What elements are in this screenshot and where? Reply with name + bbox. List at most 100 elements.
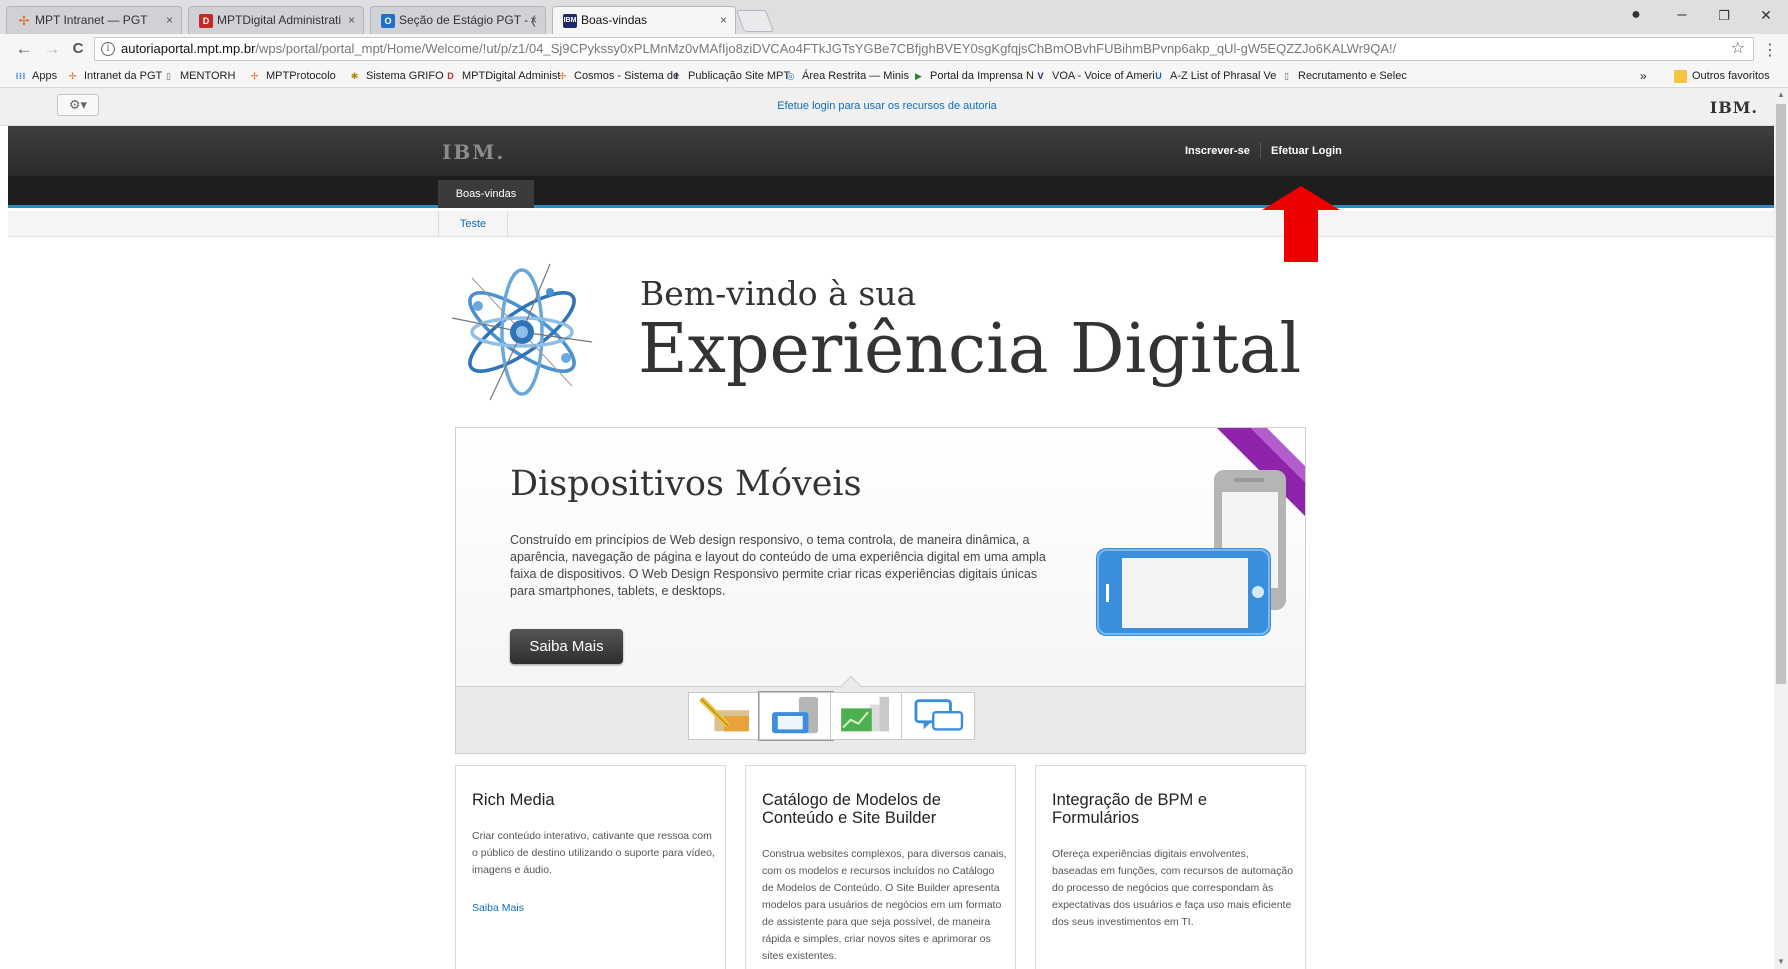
bookmark-item[interactable]: ⁝⁝⁝ Apps: [14, 64, 57, 88]
gov-icon: ◎: [786, 71, 795, 81]
bookmark-label: VOA - Voice of Ameri: [1052, 70, 1155, 82]
bookmark-label: Cosmos - Sistema de: [574, 70, 680, 82]
thumb-chart[interactable]: [830, 692, 904, 740]
bookmark-item[interactable]: ✢ MPTProtocolo: [248, 64, 336, 88]
card-saiba-mais-link[interactable]: Saiba Mais: [472, 902, 524, 914]
bookmark-item[interactable]: U A-Z List of Phrasal Ve: [1152, 64, 1276, 88]
bookmarks-bar: » Outros favoritos ⁝⁝⁝ Apps ✢ Intranet da P…: [0, 64, 1788, 88]
apps-grid-icon: ⁝⁝⁝: [15, 71, 26, 81]
mpt-logo-icon: ✢: [250, 71, 259, 81]
red-arrow-annotation: [1262, 186, 1340, 262]
feature-carousel: Dispositivos Móveis Construído em princí…: [455, 427, 1306, 754]
card-description: Construa websites complexos, para divers…: [762, 848, 1007, 962]
ibm-header-logo[interactable]: IBM.: [442, 140, 505, 164]
bookmark-label: MPTProtocolo: [266, 70, 336, 82]
bookmark-label: Área Restrita — Minis: [802, 70, 909, 82]
register-link[interactable]: Inscrever-se: [1185, 145, 1250, 157]
thumb-devices[interactable]: [759, 692, 833, 740]
bookmark-star-icon[interactable]: ☆: [1731, 38, 1745, 60]
bookmark-item[interactable]: ▶ Portal da Imprensa N: [912, 64, 1034, 88]
scroll-up-arrow-icon[interactable]: ▲: [1774, 88, 1788, 102]
ue-icon: U: [1155, 71, 1162, 81]
hero-title: Experiência Digital: [638, 310, 1302, 389]
scroll-down-arrow-icon[interactable]: ▼: [1774, 955, 1788, 969]
page-icon: ▯: [1284, 71, 1289, 81]
carousel-thumbnail-bar: [456, 675, 1305, 753]
forward-button[interactable]: →: [40, 39, 64, 59]
card-description: Ofereça experiências digitais envolvente…: [1052, 848, 1294, 928]
close-icon[interactable]: ×: [166, 7, 173, 34]
card-rich-media: Rich Media Criar conteúdo interativo, ca…: [455, 765, 726, 969]
close-icon[interactable]: ×: [720, 7, 727, 34]
scrollbar-thumb[interactable]: [1776, 104, 1786, 684]
card-title: Catálogo de Modelos de Conteúdo e Site B…: [762, 791, 941, 827]
restore-button[interactable]: ❐: [1706, 8, 1742, 24]
new-tab-button[interactable]: [735, 10, 775, 32]
close-icon[interactable]: ×: [530, 7, 537, 34]
minimize-button[interactable]: –: [1664, 6, 1700, 24]
outlook-icon: O: [381, 14, 395, 28]
browser-tab-boas-vindas[interactable]: IBM Boas-vindas ×: [552, 6, 736, 34]
tab-title: Boas-vindas: [581, 13, 648, 27]
browser-tab-secao-estagio[interactable]: O Seção de Estágio PGT - ( ×: [370, 6, 546, 34]
other-bookmarks-folder[interactable]: Outros favoritos: [1674, 64, 1770, 88]
chart-thumb-icon: [841, 696, 890, 732]
reload-button[interactable]: C: [66, 39, 90, 59]
nav-tab-boas-vindas[interactable]: Boas-vindas: [438, 180, 534, 208]
mpt-digital-icon: D: [199, 14, 213, 28]
portal-icon: ▶: [915, 71, 922, 81]
bookmark-item[interactable]: D MPTDigital Administ: [444, 64, 560, 88]
ibm-icon: IBM: [563, 14, 577, 28]
bookmark-label: Sistema GRIFO: [366, 70, 444, 82]
bookmark-item[interactable]: ▯ MENTORH: [162, 64, 235, 88]
bookmark-label: Recrutamento e Selec: [1298, 70, 1407, 82]
mobile-devices-illustration: [1096, 470, 1286, 636]
thumb-chat[interactable]: [901, 692, 975, 740]
secondary-nav: Teste: [8, 211, 1774, 237]
browser-menu-icon[interactable]: ⋮: [1762, 40, 1778, 60]
address-bar[interactable]: i autoriaportal.mpt.mp.br/wps/portal/por…: [94, 37, 1754, 61]
tab-title: MPTDigital Administrati: [217, 13, 342, 27]
tools-thumb-icon: [699, 696, 749, 732]
portal-header: IBM. Inscrever-se Efetuar Login: [8, 126, 1774, 176]
bookmark-item[interactable]: ▯ Recrutamento e Selec: [1280, 64, 1407, 88]
mpt-logo-icon: ✢: [18, 13, 30, 28]
browser-tab-mpt-intranet[interactable]: ✢ MPT Intranet — PGT ×: [6, 6, 182, 34]
url-path: /wps/portal/portal_mpt/Home/Welcome/!ut/…: [255, 41, 1397, 56]
browser-tab-mptdigital[interactable]: D MPTDigital Administrati ×: [188, 6, 364, 34]
bookmark-item[interactable]: V VOA - Voice of Ameri: [1034, 64, 1155, 88]
mpt-logo-icon: ✢: [68, 71, 77, 81]
devices-thumb-icon: [772, 696, 819, 734]
slide-description: Construído em princípios de Web design r…: [510, 533, 1046, 598]
browser-toolbar: ← → C i autoriaportal.mpt.mp.br/wps/port…: [0, 34, 1788, 64]
close-window-button[interactable]: ✕: [1748, 7, 1784, 24]
bookmark-item[interactable]: ✱ Sistema GRIFO: [348, 64, 444, 88]
card-title: Integração de BPM e Formulários: [1052, 791, 1208, 827]
close-icon[interactable]: ×: [348, 7, 355, 34]
bookmark-item[interactable]: ◎ Área Restrita — Minis: [784, 64, 909, 88]
mpt-logo-icon: ✢: [558, 71, 567, 81]
ibm-icon: I: [675, 71, 678, 81]
bookmarks-overflow-button[interactable]: »: [1640, 64, 1647, 88]
account-icon[interactable]: ●: [1618, 6, 1654, 24]
bookmark-item[interactable]: ✢ Cosmos - Sistema de: [556, 64, 679, 88]
tab-title: MPT Intranet — PGT: [35, 13, 148, 27]
subnav-item-teste[interactable]: Teste: [438, 211, 508, 237]
bookmark-label: A-Z List of Phrasal Ve: [1170, 70, 1277, 82]
page-scrollbar[interactable]: ▲ ▼: [1774, 88, 1788, 969]
bookmark-item[interactable]: ✢ Intranet da PGT: [66, 64, 163, 88]
back-button[interactable]: ←: [12, 39, 36, 59]
tab-title: Seção de Estágio PGT - (: [399, 13, 536, 27]
bookmark-label: Outros favoritos: [1692, 70, 1770, 82]
hero-subtitle: Bem-vindo à sua: [640, 274, 917, 313]
saiba-mais-button[interactable]: Saiba Mais: [510, 629, 623, 664]
login-hint-link[interactable]: Efetue login para usar os recursos de au…: [0, 100, 1774, 112]
bookmark-item[interactable]: I Publicação Site MPT: [670, 64, 790, 88]
bookmark-label: MENTORH: [180, 70, 236, 82]
thumb-tools[interactable]: [688, 692, 762, 740]
login-link[interactable]: Efetuar Login: [1271, 145, 1342, 157]
browser-tab-strip: ✢ MPT Intranet — PGT × D MPTDigital Admi…: [0, 0, 1788, 34]
url-host: autoriaportal.mpt.mp.br: [121, 41, 256, 56]
mpt-digital-icon: D: [447, 71, 454, 81]
info-icon[interactable]: i: [101, 42, 115, 56]
